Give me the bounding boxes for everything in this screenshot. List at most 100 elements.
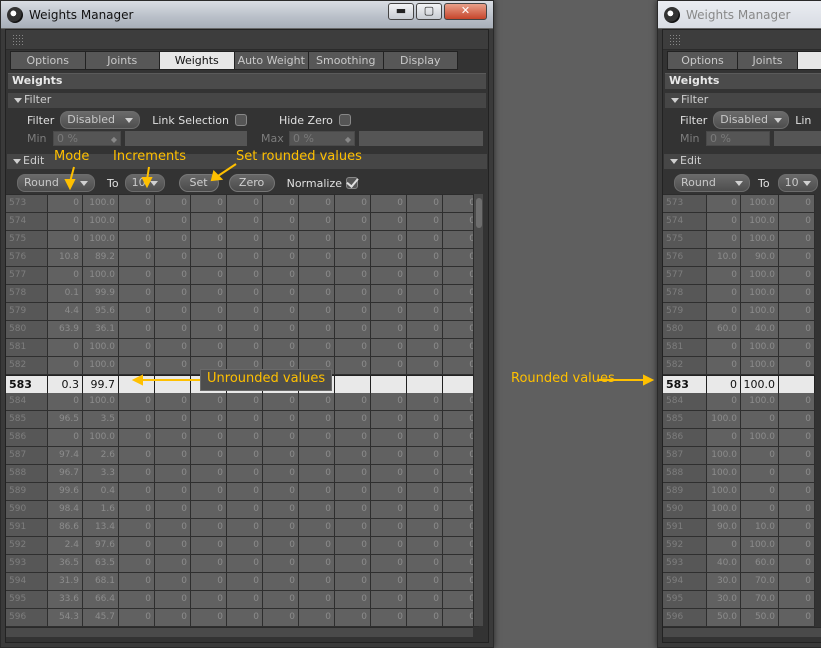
weight-cell[interactable]: 0 xyxy=(779,321,815,338)
weight-cell[interactable]: 0 xyxy=(741,501,779,518)
min-field[interactable]: 0 % ◆ xyxy=(53,131,121,146)
table-row[interactable]: 595 30.0 70.0 0 xyxy=(663,591,815,609)
weight-cell[interactable]: 70.0 xyxy=(741,591,779,608)
weight-cell[interactable]: 0 xyxy=(155,267,191,284)
weight-cell[interactable]: 0 xyxy=(155,357,191,374)
weight-cell[interactable]: 0 xyxy=(155,231,191,248)
weight-cell[interactable]: 100.0 xyxy=(707,501,741,518)
weight-cell[interactable]: 0 xyxy=(707,195,741,212)
normalize-checkbox[interactable] xyxy=(346,177,358,189)
table-row[interactable]: 591 90.0 10.0 0 xyxy=(663,519,815,537)
title-bar-after[interactable]: Weights Manager xyxy=(658,1,821,29)
weight-cell[interactable]: 0 xyxy=(227,213,263,230)
weight-cell[interactable] xyxy=(371,376,407,393)
weight-cell[interactable]: 0 xyxy=(299,591,335,608)
point-index-cell[interactable]: 575 xyxy=(6,231,48,248)
weight-cell[interactable]: 10.0 xyxy=(741,519,779,536)
point-index-cell[interactable]: 595 xyxy=(663,591,707,608)
weight-cell[interactable]: 0 xyxy=(191,339,227,356)
weight-cell[interactable]: 0 xyxy=(191,447,227,464)
weight-cell[interactable]: 0 xyxy=(191,429,227,446)
weight-cell[interactable]: 0 xyxy=(407,519,443,536)
point-index-cell[interactable]: 588 xyxy=(663,465,707,482)
weight-cell[interactable]: 0 xyxy=(335,465,371,482)
weight-cell[interactable]: 0 xyxy=(707,267,741,284)
weight-cell[interactable]: 99.6 xyxy=(48,483,83,500)
weight-cell[interactable]: 0 xyxy=(227,231,263,248)
table-row[interactable]: 581 0 100.0 0 xyxy=(663,339,815,357)
weight-cell[interactable]: 0 xyxy=(407,411,443,428)
weight-cell[interactable]: 0 xyxy=(335,285,371,302)
weight-cell[interactable]: 0 xyxy=(263,195,299,212)
table-row[interactable]: 586 0 100.0 0 xyxy=(663,429,815,447)
weight-cell[interactable] xyxy=(779,376,815,393)
weight-cell[interactable]: 0 xyxy=(227,303,263,320)
point-index-cell[interactable]: 573 xyxy=(6,195,48,212)
weight-cell[interactable]: 0 xyxy=(227,519,263,536)
weight-cell[interactable]: 0 xyxy=(227,249,263,266)
weight-cell[interactable]: 0 xyxy=(299,465,335,482)
weight-cell[interactable]: 63.9 xyxy=(48,321,83,338)
weight-cell[interactable]: 0 xyxy=(263,213,299,230)
table-row[interactable]: 58596.53.50000000000 xyxy=(6,411,479,429)
weight-cell[interactable]: 0 xyxy=(227,483,263,500)
weight-cell[interactable]: 0 xyxy=(707,231,741,248)
table-row[interactable]: 5810100.00000000000 xyxy=(6,339,479,357)
weight-cell[interactable]: 90.0 xyxy=(741,249,779,266)
weight-cell[interactable]: 54.3 xyxy=(48,609,83,626)
table-row[interactable]: 5794.495.60000000000 xyxy=(6,303,479,321)
weight-cell[interactable]: 0 xyxy=(335,357,371,374)
weight-cell[interactable]: 0 xyxy=(191,303,227,320)
weight-cell[interactable]: 0 xyxy=(263,303,299,320)
weight-cell[interactable]: 0 xyxy=(335,249,371,266)
weight-cell[interactable]: 100.0 xyxy=(741,537,779,554)
weight-cell[interactable]: 0 xyxy=(779,267,815,284)
weight-cell[interactable]: 0 xyxy=(191,483,227,500)
weight-cell[interactable]: 0 xyxy=(191,213,227,230)
weight-cell[interactable]: 0 xyxy=(371,321,407,338)
weight-cell[interactable]: 0 xyxy=(299,303,335,320)
weight-cell[interactable]: 0 xyxy=(155,393,191,410)
table-row[interactable]: 59654.345.70000000000 xyxy=(6,609,479,627)
point-index-cell[interactable]: 594 xyxy=(6,573,48,590)
weight-cell[interactable]: 0 xyxy=(335,555,371,572)
weight-cell[interactable]: 0 xyxy=(263,393,299,410)
weight-cell[interactable]: 0 xyxy=(299,429,335,446)
weight-cell[interactable]: 60.0 xyxy=(707,321,741,338)
table-row[interactable]: 590 100.0 0 0 xyxy=(663,501,815,519)
table-row[interactable]: 59431.968.10000000000 xyxy=(6,573,479,591)
point-index-cell[interactable]: 585 xyxy=(663,411,707,428)
table-row[interactable]: 589 100.0 0 0 xyxy=(663,483,815,501)
weight-cell[interactable]: 96.7 xyxy=(48,465,83,482)
weight-cell[interactable]: 0 xyxy=(371,231,407,248)
point-index-cell[interactable]: 596 xyxy=(663,609,707,626)
weight-cell[interactable]: 100.0 xyxy=(83,267,119,284)
weight-cell[interactable]: 0 xyxy=(335,483,371,500)
weight-cell[interactable]: 0 xyxy=(371,357,407,374)
weight-cell[interactable]: 0 xyxy=(779,393,815,410)
minimize-button[interactable]: ▬ xyxy=(388,3,414,20)
tab-weights-after[interactable] xyxy=(797,51,821,70)
tab-options-after[interactable]: Options xyxy=(667,51,737,70)
weight-cell[interactable]: 0 xyxy=(263,573,299,590)
weight-cell[interactable]: 0 xyxy=(371,555,407,572)
weight-cell[interactable]: 0 xyxy=(779,429,815,446)
weight-cell[interactable]: 86.6 xyxy=(48,519,83,536)
weight-cell[interactable]: 0 xyxy=(119,411,155,428)
mode-dropdown[interactable]: Round xyxy=(17,174,95,192)
table-row[interactable]: 587 100.0 0 0 xyxy=(663,447,815,465)
filter-dropdown-after[interactable]: Disabled xyxy=(713,111,790,129)
table-row[interactable]: 577 0 100.0 0 xyxy=(663,267,815,285)
weight-cell[interactable]: 0 xyxy=(335,339,371,356)
weight-cell[interactable]: 0 xyxy=(407,339,443,356)
weight-cell[interactable]: 0 xyxy=(119,519,155,536)
weight-cell[interactable]: 0 xyxy=(335,321,371,338)
point-index-cell[interactable]: 589 xyxy=(6,483,48,500)
weight-cell[interactable]: 0 xyxy=(119,303,155,320)
weight-cell[interactable]: 0 xyxy=(407,609,443,626)
weight-cell[interactable]: 0 xyxy=(779,465,815,482)
weight-cell[interactable]: 45.7 xyxy=(83,609,119,626)
weight-cell[interactable]: 0 xyxy=(299,213,335,230)
weight-cell[interactable]: 0 xyxy=(779,285,815,302)
weight-cell[interactable]: 0 xyxy=(299,447,335,464)
